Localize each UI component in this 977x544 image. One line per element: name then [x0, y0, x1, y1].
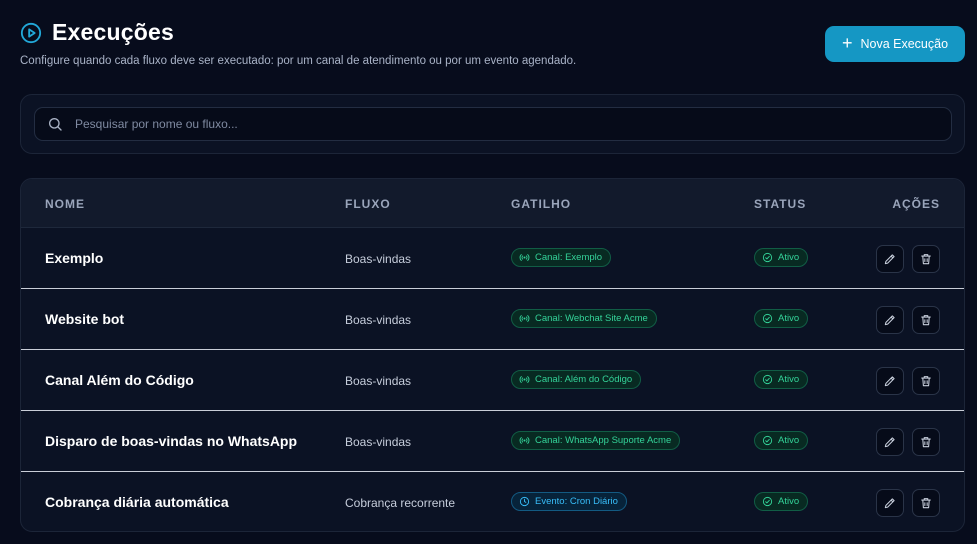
page-title: Execuções — [52, 19, 174, 45]
pencil-icon — [884, 376, 895, 387]
trigger-badge: Canal: WhatsApp Suporte Acme — [511, 431, 681, 450]
delete-button[interactable] — [912, 489, 940, 517]
row-flow: Boas-vindas — [345, 313, 412, 327]
trash-icon — [921, 376, 931, 387]
delete-button[interactable] — [912, 428, 940, 456]
row-name: Exemplo — [45, 250, 104, 266]
page-header: Execuções — [20, 19, 174, 46]
trash-icon — [921, 498, 931, 509]
search-icon — [49, 118, 62, 131]
column-header-trigger: GATILHO — [511, 197, 572, 211]
column-header-status: STATUS — [754, 197, 807, 211]
trigger-label: Canal: Além do Código — [535, 374, 633, 385]
status-label: Ativo — [778, 252, 800, 263]
trigger-badge: Evento: Cron Diário — [511, 492, 627, 511]
delete-button[interactable] — [912, 306, 940, 334]
new-execution-label: Nova Execução — [860, 37, 949, 51]
clock-icon — [519, 496, 530, 507]
delete-button[interactable] — [912, 367, 940, 395]
trigger-label: Canal: Webchat Site Acme — [535, 313, 648, 324]
check-circle-icon — [762, 435, 773, 446]
search-panel — [20, 94, 965, 154]
table-row: Canal Além do Código Boas-vindas Canal: … — [21, 350, 964, 411]
check-circle-icon — [762, 252, 773, 263]
broadcast-icon — [519, 437, 530, 444]
table-row: Website bot Boas-vindas Canal: Webchat S… — [21, 289, 964, 350]
delete-button[interactable] — [912, 245, 940, 273]
status-badge: Ativo — [754, 492, 809, 511]
status-label: Ativo — [778, 374, 800, 385]
status-badge: Ativo — [754, 431, 809, 450]
table-row: Disparo de boas-vindas no WhatsApp Boas-… — [21, 411, 964, 472]
pencil-icon — [884, 498, 895, 509]
row-name: Disparo de boas-vindas no WhatsApp — [45, 433, 298, 449]
trash-icon — [921, 254, 931, 265]
trash-icon — [921, 315, 931, 326]
status-label: Ativo — [778, 435, 800, 446]
page-subtitle: Configure quando cada fluxo deve ser exe… — [20, 55, 577, 67]
status-label: Ativo — [778, 313, 800, 324]
row-flow: Boas-vindas — [345, 435, 412, 449]
status-badge: Ativo — [754, 309, 809, 328]
broadcast-icon — [519, 315, 530, 322]
pencil-icon — [884, 254, 895, 265]
row-flow: Boas-vindas — [345, 374, 412, 388]
trigger-label: Evento: Cron Diário — [535, 496, 618, 507]
check-circle-icon — [762, 313, 773, 324]
row-name: Cobrança diária automática — [45, 494, 229, 510]
row-flow: Boas-vindas — [345, 252, 412, 266]
trigger-label: Canal: Exemplo — [535, 252, 603, 263]
broadcast-icon — [519, 254, 530, 261]
row-name: Website bot — [45, 311, 125, 327]
row-flow: Cobrança recorrente — [345, 496, 456, 510]
status-badge: Ativo — [754, 248, 809, 267]
search-box[interactable] — [34, 107, 952, 141]
executions-page: Execuções Configure quando cada fluxo de… — [0, 0, 977, 544]
broadcast-icon — [519, 376, 530, 383]
row-name: Canal Além do Código — [45, 372, 194, 388]
status-label: Ativo — [778, 496, 800, 507]
play-circle-icon — [20, 22, 42, 43]
edit-button[interactable] — [876, 367, 904, 395]
table-row: Exemplo Boas-vindas Canal: Exemplo Ativo — [21, 228, 964, 289]
column-header-flow: FLUXO — [345, 197, 391, 211]
trigger-badge: Canal: Webchat Site Acme — [511, 309, 657, 328]
executions-table: NOME FLUXO GATILHO STATUS AÇÕES Exemplo … — [20, 178, 965, 532]
edit-button[interactable] — [876, 306, 904, 334]
table-header: NOME FLUXO GATILHO STATUS AÇÕES — [21, 179, 964, 228]
plus-icon: + — [841, 33, 853, 53]
edit-button[interactable] — [876, 428, 904, 456]
trash-icon — [921, 437, 931, 448]
status-badge: Ativo — [754, 370, 809, 389]
check-circle-icon — [762, 496, 773, 507]
trigger-label: Canal: WhatsApp Suporte Acme — [535, 435, 672, 446]
trigger-badge: Canal: Exemplo — [511, 248, 612, 267]
search-input[interactable] — [75, 117, 951, 131]
new-execution-button[interactable]: + Nova Execução — [825, 26, 965, 62]
pencil-icon — [884, 315, 895, 326]
column-header-actions: AÇÕES — [892, 197, 940, 211]
table-row: Cobrança diária automática Cobrança reco… — [21, 472, 964, 531]
edit-button[interactable] — [876, 245, 904, 273]
column-header-name: NOME — [45, 197, 85, 211]
edit-button[interactable] — [876, 489, 904, 517]
check-circle-icon — [762, 374, 773, 385]
pencil-icon — [884, 437, 895, 448]
trigger-badge: Canal: Além do Código — [511, 370, 642, 389]
